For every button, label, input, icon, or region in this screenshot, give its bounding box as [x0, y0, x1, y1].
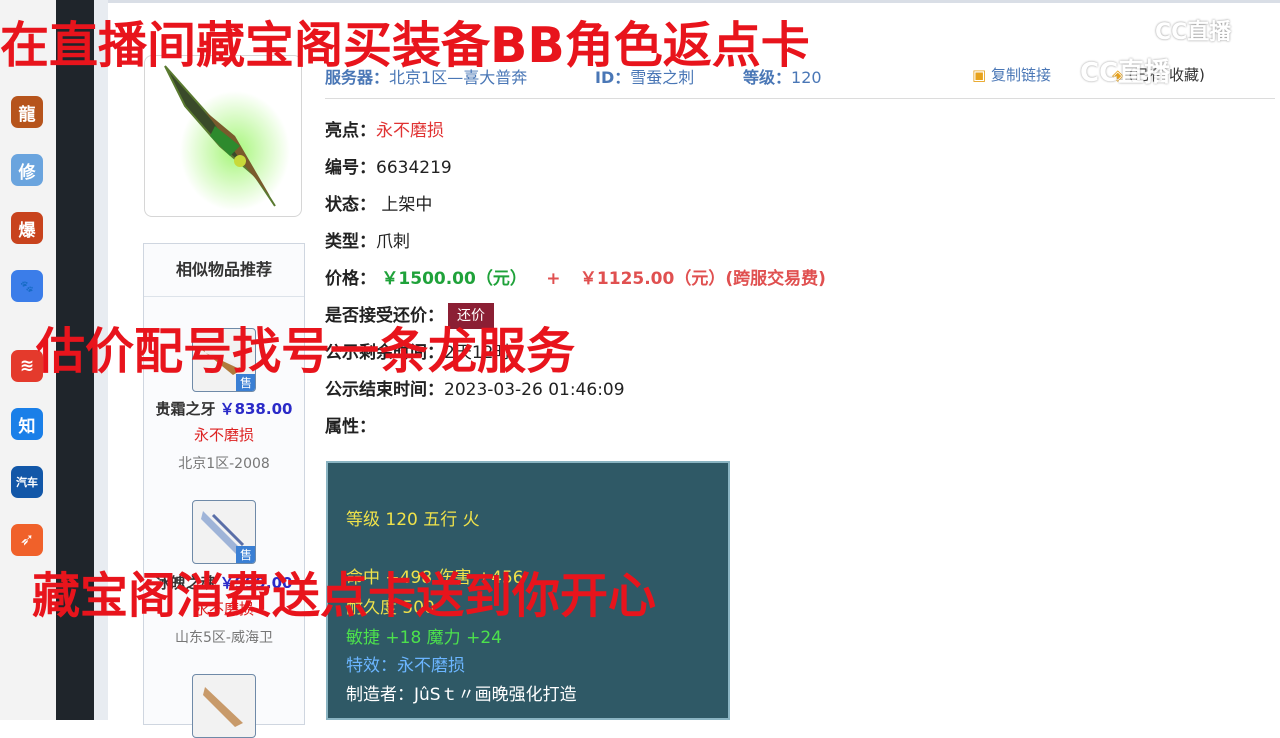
dragon-game-icon[interactable]: 龍 — [11, 96, 43, 128]
similar-item-server: 北京1区-2008 — [178, 456, 270, 472]
caption-bottom: 藏宝阁消费送点卡送到你开心 — [32, 568, 657, 624]
baidu-icon[interactable]: 🐾 — [11, 270, 43, 302]
type-row: 类型：爪刺 — [325, 232, 410, 252]
attr-maker: 制造者：JûSｔ〃画晚强化打造 — [346, 685, 577, 705]
caption-middle: 估价配号找号一条龙服务 — [36, 323, 576, 380]
copy-link-button[interactable]: ▣ 复制链接 — [972, 64, 1051, 85]
highlight-row: 亮点：永不磨损 — [325, 121, 444, 141]
copy-link-icon: ▣ — [972, 66, 987, 84]
similar-item-thumb[interactable]: 售 — [192, 500, 256, 564]
similar-item-name[interactable]: 贵霜之牙 ￥838.00 — [144, 398, 304, 419]
fee-note: (跨服交易费) — [725, 269, 826, 289]
similar-items-title: 相似物品推荐 — [144, 244, 304, 297]
attr-agility-magic: 敏捷 +18 魔力 +24 — [346, 628, 502, 648]
xiuxian-game-icon[interactable]: 修 — [11, 154, 43, 186]
blade-image — [203, 687, 243, 727]
header-divider — [325, 98, 1275, 99]
number-row: 编号：6634219 — [325, 158, 452, 178]
attribute-row: 属性： — [325, 417, 376, 437]
type-value: 爪刺 — [376, 232, 410, 252]
fee-value: ￥1125.00（元） — [579, 269, 726, 289]
status-row: 状态： 上架中 — [325, 195, 433, 215]
caption-top: 在直播间藏宝阁买装备BB角色返点卡 — [0, 17, 810, 74]
claw-weapon-image — [164, 65, 290, 211]
attr-special: 特效：永不磨损 — [346, 656, 465, 676]
bao-game-icon[interactable]: 爆 — [11, 212, 43, 244]
car-app-icon[interactable]: 汽车 — [11, 466, 43, 498]
top-border — [108, 0, 1280, 3]
attr-level: 等级 120 五行 火 — [346, 510, 480, 530]
similar-item-thumb[interactable] — [192, 674, 256, 738]
end-time-value: 2023-03-26 01:46:09 — [444, 380, 625, 400]
similar-item-server: 山东5区-威海卫 — [175, 630, 273, 646]
similar-item-attr: 永不磨损 — [193, 426, 254, 444]
number-value: 6634219 — [376, 158, 452, 178]
arrow-app-icon[interactable]: ➶ — [11, 524, 43, 556]
price-value: ￥1500.00（元） — [381, 269, 527, 289]
highlight-value: 永不磨损 — [376, 121, 444, 141]
cc-live-watermark: CC直播 — [1155, 20, 1232, 45]
item-image — [144, 55, 302, 217]
status-value: 上架中 — [381, 195, 433, 215]
cc-live-watermark: CC直播 — [1080, 58, 1171, 88]
zhihu-icon[interactable]: 知 — [11, 408, 43, 440]
price-row: 价格： ￥1500.00（元） + ￥1125.00（元）(跨服交易费) — [325, 269, 826, 289]
